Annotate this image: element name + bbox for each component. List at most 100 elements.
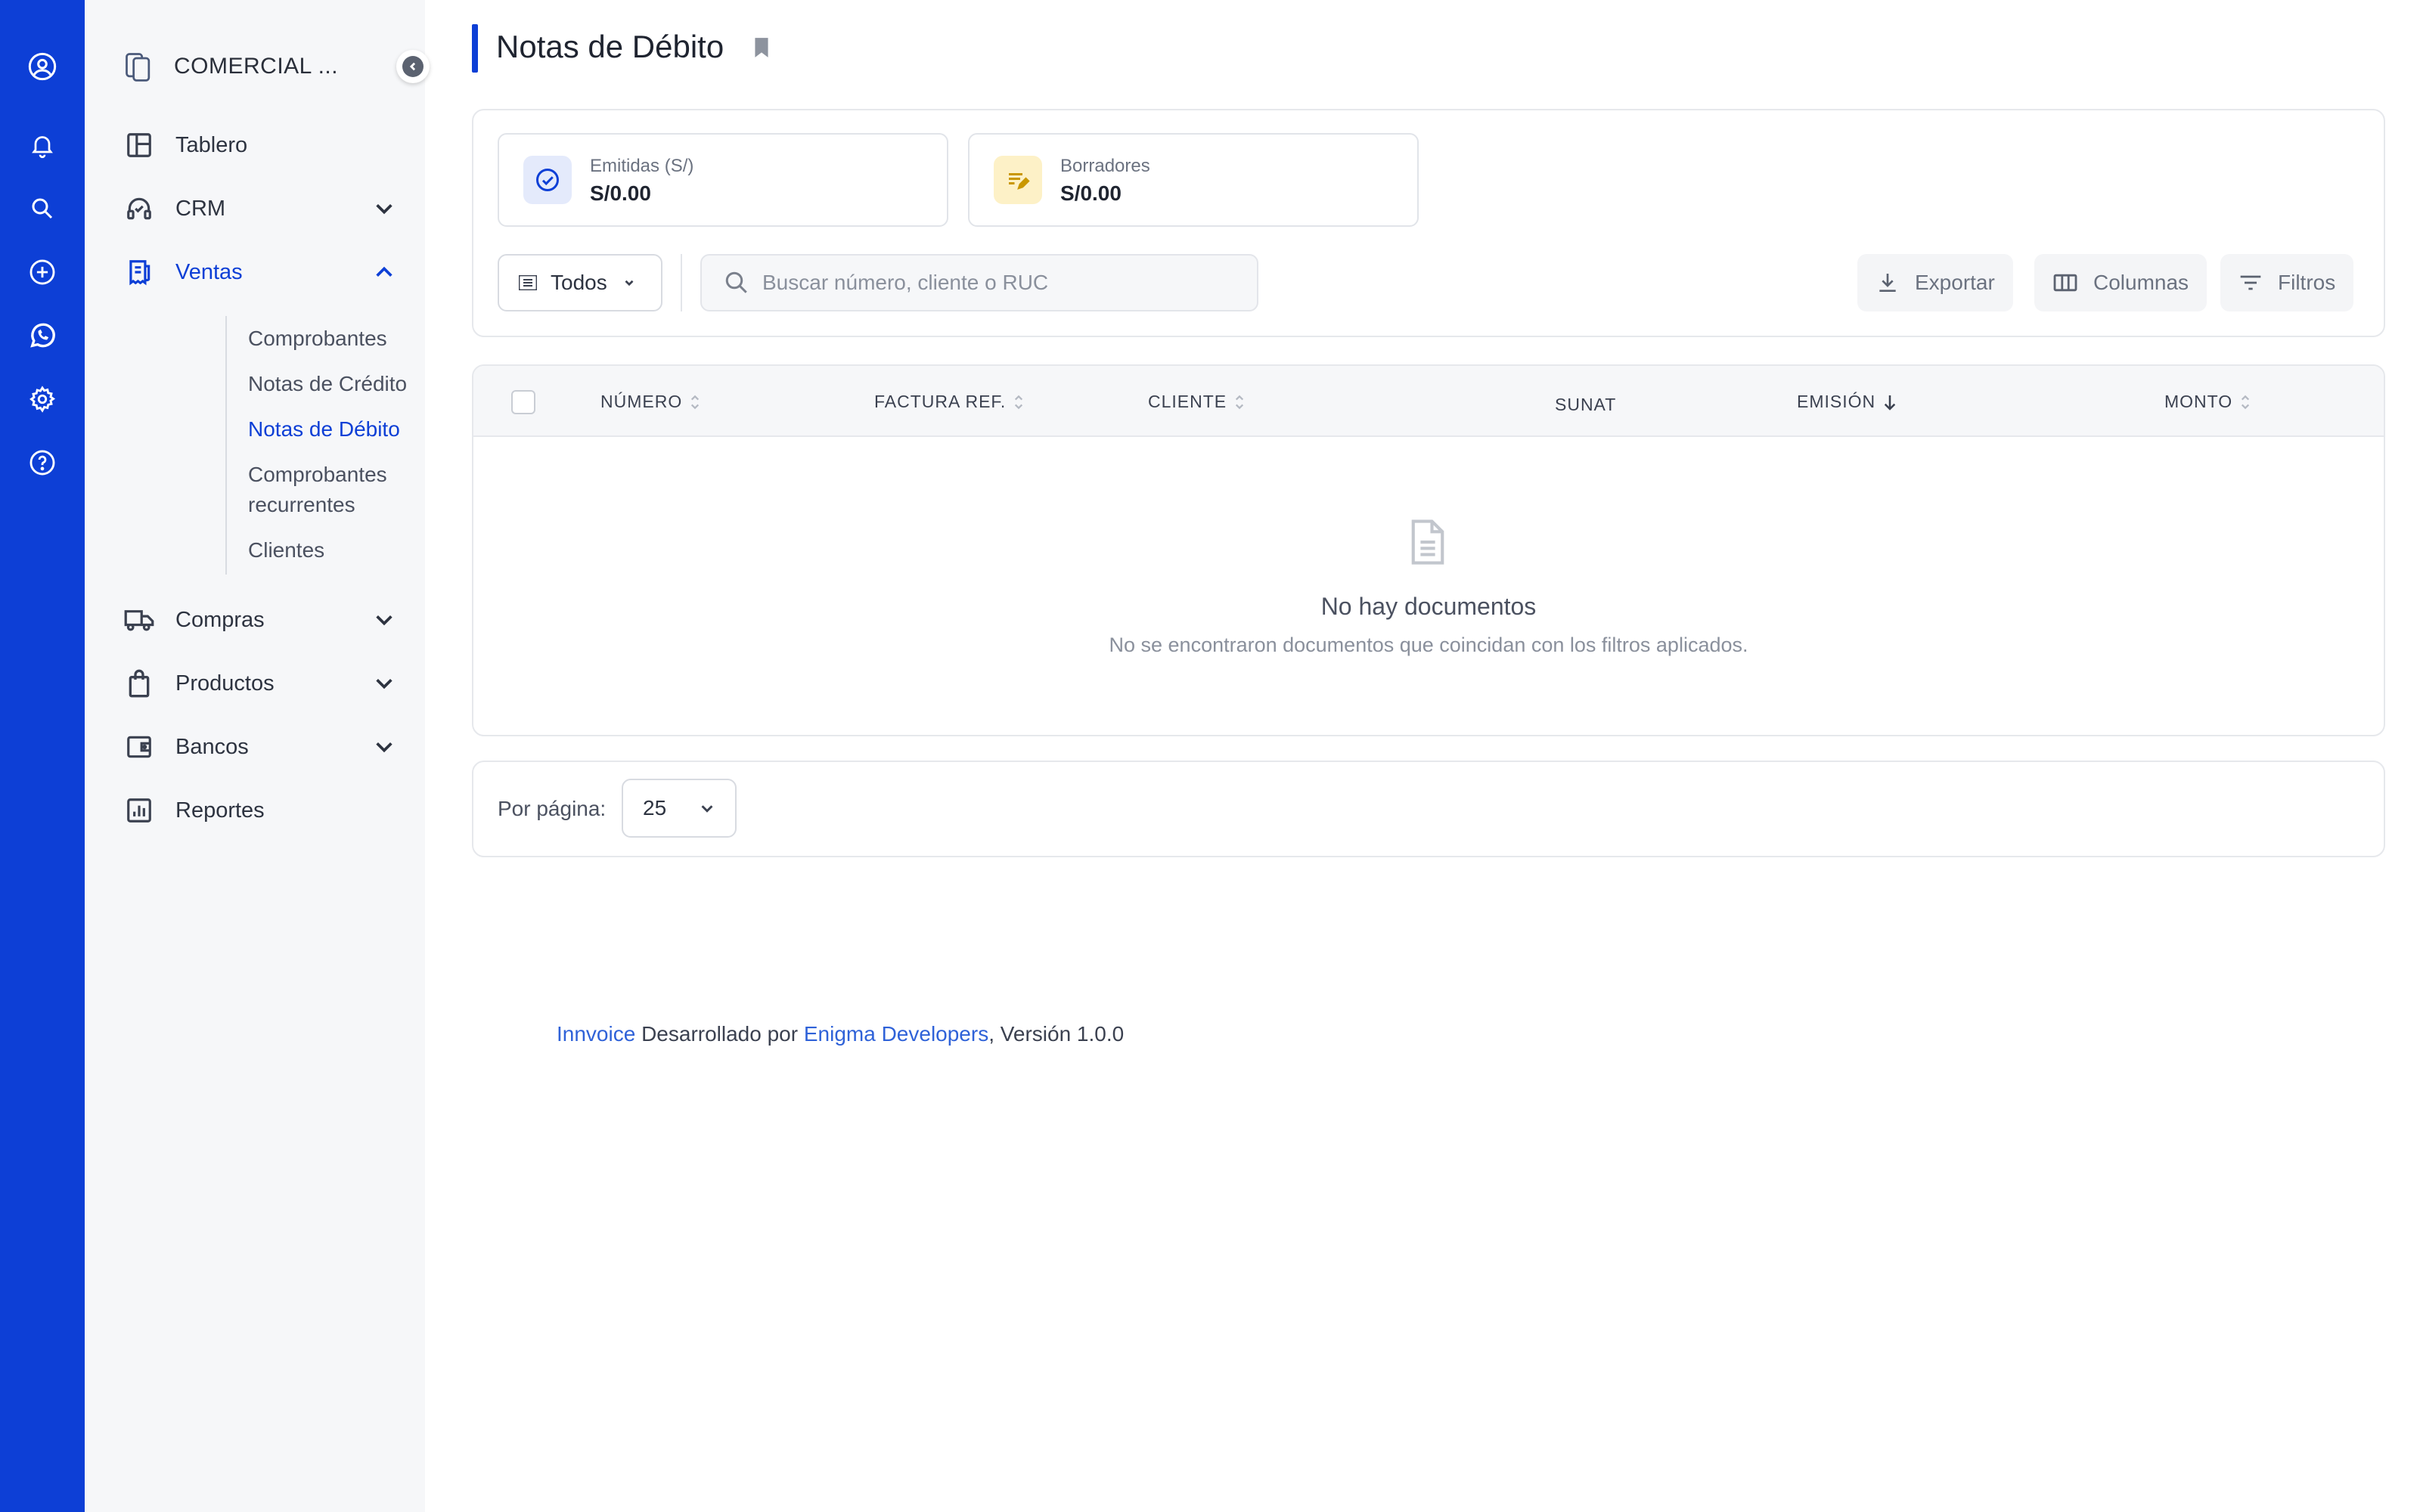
sidebar-item-ventas[interactable]: Ventas bbox=[123, 249, 402, 295]
sidebar-item-label: Compras bbox=[175, 607, 265, 632]
sort-icon bbox=[2240, 393, 2251, 411]
shopping-bag-icon bbox=[123, 667, 156, 700]
headset-icon bbox=[123, 192, 156, 225]
table-header: NÚMERO FACTURA REF. CLIENTE SUNAT EMISIÓ… bbox=[473, 366, 2384, 437]
sidebar-item-label: Bancos bbox=[175, 734, 249, 759]
documents-icon bbox=[123, 48, 156, 85]
filter-lines-icon bbox=[2238, 272, 2263, 293]
subnav-label-line2: recurrentes bbox=[248, 493, 355, 516]
footer-brand-link[interactable]: Innvoice bbox=[557, 1022, 635, 1046]
search-box bbox=[700, 254, 1258, 311]
bell-icon[interactable] bbox=[26, 129, 59, 162]
list-icon bbox=[519, 275, 537, 290]
chevron-down-icon bbox=[374, 673, 395, 694]
collapse-sidebar-button[interactable] bbox=[396, 50, 430, 83]
filters-button[interactable]: Filtros bbox=[2220, 254, 2354, 311]
help-circle-icon[interactable] bbox=[26, 446, 59, 479]
sort-icon bbox=[1013, 393, 1024, 411]
column-sunat: SUNAT bbox=[1555, 395, 1616, 415]
stat-value: S/0.00 bbox=[1060, 181, 1122, 205]
page-title-accent bbox=[472, 24, 478, 73]
sort-icon bbox=[1234, 393, 1245, 411]
bookmark-icon[interactable] bbox=[752, 36, 771, 59]
user-circle-icon[interactable] bbox=[26, 50, 59, 83]
wallet-icon bbox=[123, 730, 156, 764]
column-factura-ref[interactable]: FACTURA REF. bbox=[874, 392, 1024, 412]
sidebar-item-bancos[interactable]: Bancos bbox=[123, 724, 402, 770]
column-monto[interactable]: MONTO bbox=[2164, 392, 2251, 412]
subnav-notas-credito[interactable]: Notas de Crédito bbox=[248, 369, 407, 399]
stat-value: S/0.00 bbox=[590, 181, 651, 205]
search-icon[interactable] bbox=[26, 192, 59, 225]
chevron-left-icon bbox=[402, 56, 424, 77]
sidebar-item-label: Productos bbox=[175, 671, 275, 696]
per-page-value: 25 bbox=[643, 796, 667, 820]
pagination-panel bbox=[472, 761, 2385, 857]
column-cliente[interactable]: CLIENTE bbox=[1148, 392, 1245, 412]
company-selector[interactable]: COMERCIAL ... bbox=[123, 44, 424, 89]
truck-icon bbox=[123, 603, 156, 637]
search-icon bbox=[723, 269, 750, 296]
chevron-down-icon bbox=[374, 609, 395, 631]
sidebar-item-compras[interactable]: Compras bbox=[123, 597, 402, 643]
footer-version: , Versión 1.0.0 bbox=[988, 1022, 1125, 1046]
export-button[interactable]: Exportar bbox=[1857, 254, 2013, 311]
arrow-down-icon bbox=[1883, 394, 1897, 411]
column-label: MONTO bbox=[2164, 392, 2233, 411]
columns-icon bbox=[2052, 272, 2078, 293]
chevron-down-icon bbox=[622, 276, 636, 290]
column-label: EMISIÓN bbox=[1797, 392, 1876, 411]
status-filter-value: Todos bbox=[551, 271, 607, 294]
plus-circle-icon[interactable] bbox=[26, 256, 59, 289]
sidebar-item-label: Ventas bbox=[175, 259, 243, 284]
sidebar-item-reportes[interactable]: Reportes bbox=[123, 788, 402, 833]
subnav-clientes[interactable]: Clientes bbox=[248, 535, 324, 565]
sidebar-item-label: Tablero bbox=[175, 132, 248, 157]
column-emision[interactable]: EMISIÓN bbox=[1797, 392, 1897, 412]
subnav-label-line1: Comprobantes bbox=[248, 463, 387, 486]
per-page-label: Por página: bbox=[498, 797, 607, 820]
footer-text: Desarrollado por bbox=[635, 1022, 804, 1046]
whatsapp-icon[interactable] bbox=[26, 319, 59, 352]
chevron-down-icon bbox=[374, 198, 395, 219]
per-page-select[interactable]: 25 bbox=[622, 779, 737, 838]
sidebar-item-label: CRM bbox=[175, 196, 226, 221]
toolbar-divider bbox=[681, 254, 682, 311]
dashboard-icon bbox=[123, 129, 156, 162]
chevron-down-icon bbox=[699, 800, 715, 816]
select-all-checkbox[interactable] bbox=[511, 390, 535, 414]
sort-icon bbox=[690, 393, 700, 411]
column-label: CLIENTE bbox=[1148, 392, 1227, 411]
download-icon bbox=[1876, 271, 1900, 295]
footer: Innvoice Desarrollado por Enigma Develop… bbox=[557, 1022, 1124, 1046]
column-label: FACTURA REF. bbox=[874, 392, 1007, 411]
icon-rail bbox=[0, 0, 85, 1512]
column-label: SUNAT bbox=[1555, 395, 1617, 414]
column-numero[interactable]: NÚMERO bbox=[600, 392, 700, 412]
subnav-notas-debito[interactable]: Notas de Débito bbox=[248, 414, 400, 445]
sidebar-item-crm[interactable]: CRM bbox=[123, 186, 402, 231]
document-icon bbox=[1407, 517, 1449, 567]
stat-card-emitidas: Emitidas (S/) S/0.00 bbox=[498, 133, 948, 227]
chevron-up-icon bbox=[374, 262, 395, 283]
export-label: Exportar bbox=[1915, 271, 1995, 294]
columns-button[interactable]: Columnas bbox=[2034, 254, 2207, 311]
filters-label: Filtros bbox=[2278, 271, 2336, 294]
sidebar-item-productos[interactable]: Productos bbox=[123, 661, 402, 706]
status-filter-select[interactable]: Todos bbox=[498, 254, 662, 311]
stat-card-borradores: Borradores S/0.00 bbox=[968, 133, 1419, 227]
stat-label: Borradores bbox=[1060, 156, 1150, 176]
chevron-down-icon bbox=[374, 736, 395, 758]
footer-company-link[interactable]: Enigma Developers bbox=[804, 1022, 988, 1046]
search-input[interactable] bbox=[762, 271, 1216, 295]
stat-label: Emitidas (S/) bbox=[590, 156, 694, 176]
company-name: COMERCIAL ... bbox=[174, 54, 339, 79]
columns-label: Columnas bbox=[2093, 271, 2189, 294]
gear-icon[interactable] bbox=[26, 383, 59, 416]
sidebar-item-tablero[interactable]: Tablero bbox=[123, 122, 402, 168]
empty-state-title: No hay documentos bbox=[1320, 593, 1537, 620]
draft-edit-icon bbox=[994, 156, 1042, 204]
subnav-comprobantes[interactable]: Comprobantes bbox=[248, 324, 387, 354]
check-circle-icon bbox=[523, 156, 572, 204]
sidebar-item-label: Reportes bbox=[175, 798, 265, 823]
